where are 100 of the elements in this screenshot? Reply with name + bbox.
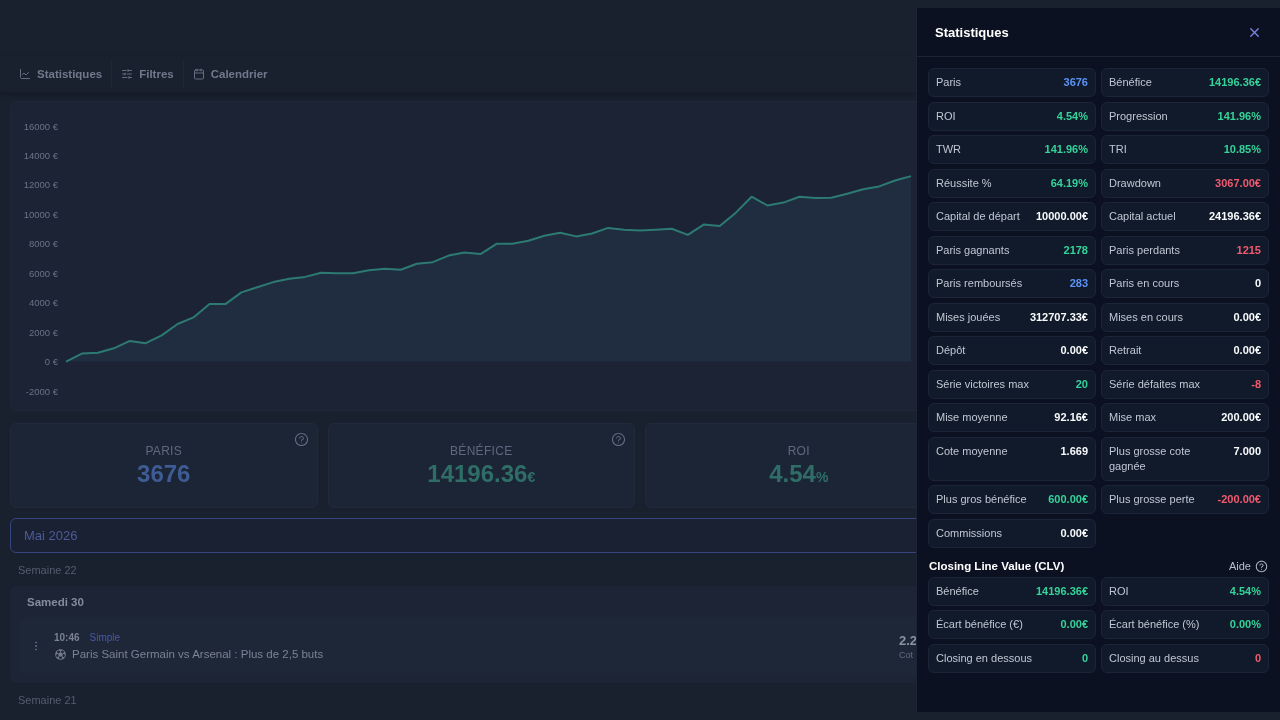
stat-label: Écart bénéfice (€) (936, 617, 1023, 632)
stat-value: 14196.36€ (1209, 75, 1261, 90)
stat-label: Réussite % (936, 175, 992, 191)
y-tick-label: 16000 € (23, 120, 58, 132)
help-icon (1255, 559, 1268, 573)
stat-label: Mises en cours (1109, 309, 1183, 325)
summary-label: ROI (787, 443, 810, 458)
stat-value: 1.669 (1060, 443, 1088, 459)
stat-label: Progression (1109, 108, 1168, 124)
stat-value: 0.00€ (1060, 525, 1088, 541)
stat-value: 64.19% (1050, 175, 1088, 191)
summary-label: PARIS (145, 443, 183, 458)
toolbar-tab[interactable]: Calendrier (183, 60, 277, 88)
stat-label: Paris en cours (1109, 276, 1180, 291)
stat-value: 4.54% (1229, 583, 1261, 599)
stat-label: Cote moyenne (936, 443, 1008, 459)
y-tick-label: 14000 € (23, 149, 58, 161)
y-tick-label: 2000 € (28, 326, 58, 338)
stat-label: TWR (936, 142, 962, 157)
stat-label: Commissions (936, 525, 1002, 541)
sliders-icon (121, 68, 134, 80)
bet-type: Simple (89, 631, 121, 643)
panel-title: Statistiques (935, 24, 1009, 40)
stat-value: 141.96% (1044, 142, 1088, 157)
week-label: Semaine 22 (18, 563, 77, 577)
stat-label: Série défaites max (1109, 376, 1201, 392)
y-tick-label: 8000 € (28, 238, 58, 250)
stat-value: 283 (1069, 276, 1088, 291)
stat-value: 200.00€ (1221, 410, 1261, 425)
stat-label: Paris perdants (1109, 242, 1180, 258)
y-tick-label: 12000 € (23, 179, 58, 191)
stat-label: TRI (1109, 142, 1127, 157)
stat-value: 4.54% (1056, 108, 1088, 124)
stat-value: 24196.36€ (1209, 209, 1261, 224)
stat-label: Mise moyenne (936, 410, 1008, 425)
stat-value: 0.00€ (1060, 343, 1088, 358)
stat-label: ROI (936, 108, 956, 124)
stat-label: Paris (936, 75, 962, 90)
stat-value: -8 (1251, 376, 1261, 392)
stat-label: Capital de départ (936, 209, 1020, 224)
stat-value: 312707.33€ (1029, 309, 1088, 325)
stat-value: 20 (1075, 376, 1088, 392)
stat-value: 3676 (1063, 75, 1088, 90)
stat-label: Paris gagnants (936, 242, 1010, 258)
stat-label: Plus gros bénéfice (936, 492, 1027, 507)
summary-value: 3676 (137, 459, 191, 488)
stat-label: Plus grosse perte (1109, 492, 1195, 507)
summary-value: 4.54% (769, 459, 829, 488)
stat-label: Écart bénéfice (%) (1109, 617, 1200, 632)
y-tick-label: 10000 € (23, 208, 58, 220)
week-label: Semaine 21 (18, 693, 77, 707)
day-title: Samedi 30 (26, 595, 84, 609)
summary-value: 14196.36€ (427, 459, 536, 488)
stat-value: 0.00€ (1233, 309, 1261, 325)
stat-label: Capital actuel (1109, 209, 1176, 224)
stat-label: Drawdown (1109, 175, 1161, 191)
summary-label: BÉNÉFICE (450, 443, 513, 458)
stat-label: Retrait (1109, 343, 1142, 358)
stat-label: Bénéfice (936, 583, 979, 599)
stat-value: 0.00€ (1233, 343, 1261, 358)
odds-value: 2.2 (899, 632, 918, 648)
stat-value: 3067.00€ (1215, 175, 1261, 191)
stat-value: 0.00% (1229, 617, 1261, 632)
y-tick-label: 0 € (44, 356, 58, 368)
stat-label: Série victoires max (936, 376, 1029, 392)
section-title: Closing Line Value (CLV) (929, 560, 1065, 572)
help-icon[interactable] (293, 432, 309, 447)
y-tick-label: 6000 € (28, 267, 58, 279)
stat-value: 141.96% (1217, 108, 1261, 124)
stat-label: ROI (1109, 583, 1129, 599)
stat-label: Paris remboursés (936, 276, 1023, 291)
toolbar-tab[interactable]: Statistiques (10, 60, 113, 88)
stat-value: 0 (1081, 650, 1088, 666)
stat-value: 0 (1254, 650, 1261, 666)
calendar-icon (192, 68, 205, 80)
stat-label: Mises jouées (936, 309, 1001, 325)
help-icon[interactable] (611, 432, 626, 447)
stat-label: Bénéfice (1109, 75, 1152, 90)
stat-value: 0.00€ (1060, 617, 1088, 632)
stat-label: Dépôt (936, 343, 966, 358)
stat-value: 92.16€ (1054, 410, 1088, 425)
help-link[interactable]: Aide (1228, 559, 1268, 573)
stat-value: 10.85% (1223, 142, 1261, 157)
stat-label: Mise max (1109, 410, 1157, 425)
y-tick-label: -2000 € (25, 385, 58, 397)
stat-value: 7.000 (1233, 443, 1261, 459)
toolbar-tab[interactable]: Filtres (112, 60, 184, 88)
stat-value: 600.00€ (1048, 492, 1088, 507)
stat-value: 2178 (1063, 242, 1088, 258)
chart-icon (19, 68, 31, 80)
stat-label: Closing au dessus (1109, 650, 1199, 666)
stat-value: -200.00€ (1217, 492, 1261, 507)
odds-label: Cot (899, 649, 913, 660)
y-tick-label: 4000 € (28, 297, 58, 309)
stat-value: 0 (1254, 276, 1261, 291)
bet-event: Paris Saint Germain vs Arsenal : Plus de 2,5 buts (72, 648, 324, 660)
stat-value: 14196.36€ (1036, 583, 1088, 599)
stat-label: Plus grosse cote gagnée (1109, 443, 1192, 474)
stat-label: Closing en dessous (936, 650, 1032, 666)
stat-value: 1215 (1236, 242, 1261, 258)
